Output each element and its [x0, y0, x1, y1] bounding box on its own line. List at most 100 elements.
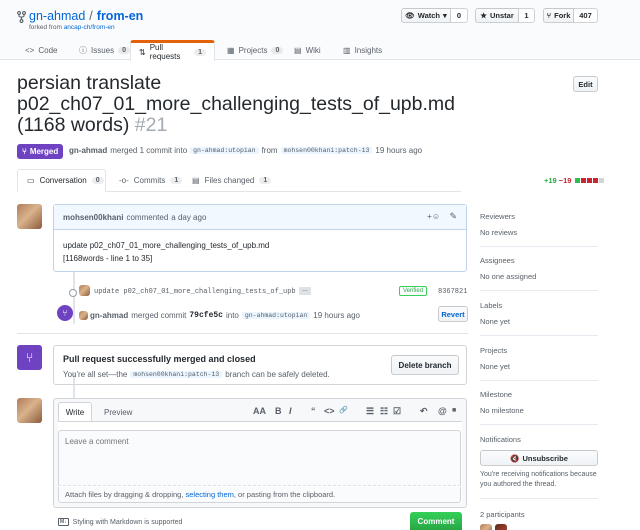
- sidebar-divider: [480, 335, 598, 336]
- forked-from-link[interactable]: ancap-ch/from-en: [64, 24, 115, 31]
- head-branch[interactable]: mohsen00khani:patch-13: [280, 147, 373, 154]
- merge-event-into: into: [225, 311, 239, 320]
- watch-button[interactable]: 👁 Watch ▾: [401, 8, 451, 23]
- mute-icon: 🔇: [510, 453, 520, 463]
- tab-projects-count: 0: [271, 47, 284, 54]
- bold-icon[interactable]: B: [275, 406, 282, 416]
- comment-submit-button[interactable]: Comment: [410, 512, 462, 530]
- commit-sha[interactable]: 8367821: [438, 288, 467, 296]
- repo-name-link[interactable]: from-en: [97, 9, 144, 23]
- commit-message-link[interactable]: update p02_ch07_01_more_challenging_test…: [94, 288, 296, 296]
- tab-pull-requests[interactable]: ⇅ Pull requests 1: [130, 40, 215, 61]
- bookmark-icon[interactable]: ■: [452, 407, 456, 414]
- tab-files-changed-count: 1: [259, 177, 272, 184]
- sidebar-reviewers-heading[interactable]: Reviewers: [480, 212, 515, 221]
- sidebar-milestone-heading[interactable]: Milestone: [480, 390, 512, 399]
- repo-separator: /: [89, 9, 93, 23]
- merge-event-sha[interactable]: 79cfe5c: [189, 311, 223, 320]
- attach-files-bar[interactable]: Attach files by dragging & dropping, sel…: [58, 487, 461, 503]
- sidebar-labels-heading[interactable]: Labels: [480, 301, 502, 310]
- comment-author-link[interactable]: mohsen00khani: [63, 213, 123, 222]
- base-branch[interactable]: gn-ahmad:utopian: [190, 147, 259, 154]
- status-badge-label: Merged: [29, 147, 59, 156]
- comment-time[interactable]: a day ago: [171, 213, 206, 222]
- repo-owner-link[interactable]: gn-ahmad: [29, 9, 85, 23]
- revert-button[interactable]: Revert: [438, 306, 468, 322]
- markdown-note[interactable]: M↓ Styling with Markdown is supported: [58, 518, 182, 526]
- mention-icon[interactable]: @: [438, 406, 447, 416]
- link-icon[interactable]: 🔗: [339, 406, 348, 414]
- current-user-avatar[interactable]: [17, 398, 42, 423]
- merged-box: Pull request successfully merged and clo…: [53, 345, 467, 385]
- sidebar-participants-heading: 2 participants: [480, 510, 525, 519]
- quote-icon[interactable]: “: [311, 406, 316, 416]
- merger-avatar[interactable]: [79, 311, 88, 320]
- pr-number: #21: [134, 114, 168, 136]
- sidebar-notifications-heading: Notifications: [480, 435, 521, 444]
- comment-textarea[interactable]: [58, 430, 461, 486]
- tab-issues[interactable]: ⓘ Issues 0: [71, 40, 138, 61]
- pencil-icon[interactable]: ✎: [449, 211, 457, 222]
- tab-conversation[interactable]: ▭ Conversation 0: [17, 169, 106, 192]
- verified-badge[interactable]: Verified: [399, 286, 428, 296]
- delete-branch-button[interactable]: Delete branch: [391, 355, 459, 375]
- task-list-icon[interactable]: ☑: [393, 406, 401, 417]
- participant-avatar[interactable]: [495, 524, 507, 530]
- forked-from: forked from ancap-ch/from-en: [29, 24, 115, 31]
- ordered-list-icon[interactable]: ☷: [380, 406, 388, 417]
- italic-icon[interactable]: I: [289, 406, 292, 416]
- merged-box-title: Pull request successfully merged and clo…: [63, 354, 256, 364]
- tab-code[interactable]: <> Code: [17, 40, 65, 61]
- tab-commits[interactable]: -o- Commits 1: [110, 169, 191, 192]
- markdown-icon: M↓: [58, 518, 69, 526]
- unstar-button[interactable]: ★ Unstar: [475, 8, 519, 23]
- pr-merged-text: merged 1 commit into: [110, 146, 188, 155]
- select-files-link[interactable]: selecting them: [186, 490, 234, 499]
- star-count[interactable]: 1: [519, 8, 535, 23]
- pr-meta: gn-ahmad merged 1 commit into gn-ahmad:u…: [69, 146, 422, 155]
- project-icon: ▦: [227, 46, 235, 55]
- edit-button[interactable]: Edit: [573, 76, 598, 92]
- tab-insights[interactable]: ▥ Insights: [335, 40, 390, 61]
- sidebar-divider: [480, 380, 598, 381]
- code-icon[interactable]: <>: [324, 406, 335, 416]
- sidebar-assignees-value: No one assigned: [480, 272, 537, 281]
- sidebar-projects-heading[interactable]: Projects: [480, 346, 507, 355]
- repo-fork-icon: [17, 11, 26, 23]
- unsubscribe-button[interactable]: 🔇 Unsubscribe: [480, 450, 598, 466]
- tab-projects-label: Projects: [238, 46, 268, 55]
- tab-insights-label: Insights: [354, 46, 383, 55]
- avatar[interactable]: [17, 204, 42, 229]
- participant-avatar[interactable]: [480, 524, 492, 530]
- heading-icon[interactable]: AA: [253, 406, 266, 416]
- merge-icon: ⑂: [22, 147, 27, 156]
- unordered-list-icon[interactable]: ☰: [366, 406, 374, 417]
- merge-event-author[interactable]: gn-ahmad: [90, 311, 128, 320]
- write-tab[interactable]: Write: [58, 402, 92, 422]
- tab-files-changed[interactable]: ▤ Files changed 1: [183, 169, 280, 192]
- merged-box-branch[interactable]: mohsen00khani:patch-13: [130, 371, 223, 378]
- tab-projects[interactable]: ▦ Projects 0: [219, 40, 291, 61]
- fork-button[interactable]: ⑂ Fork: [543, 8, 574, 23]
- pr-from-text: from: [261, 146, 278, 155]
- sidebar-divider: [480, 246, 598, 247]
- reply-icon[interactable]: ↶: [420, 406, 428, 417]
- sidebar-divider: [480, 424, 598, 425]
- notify-text-2: you authored the thread.: [480, 481, 557, 488]
- pr-author-link[interactable]: gn-ahmad: [69, 146, 107, 155]
- tab-commits-count: 1: [170, 177, 183, 184]
- sidebar-labels-value: None yet: [480, 317, 511, 326]
- comment-icon: ▭: [27, 176, 35, 185]
- sidebar-assignees-heading[interactable]: Assignees: [480, 256, 515, 265]
- watch-count[interactable]: 0: [451, 8, 468, 23]
- commit-author-avatar[interactable]: [79, 285, 90, 296]
- commit-expand-button[interactable]: …: [299, 287, 311, 295]
- tab-conversation-count: 0: [91, 177, 104, 184]
- add-reaction-icon[interactable]: +☺: [427, 212, 440, 221]
- fork-count[interactable]: 407: [574, 8, 598, 23]
- tab-wiki[interactable]: ▤ Wiki: [286, 40, 329, 61]
- merge-event-branch[interactable]: gn-ahmad:utopian: [241, 312, 311, 319]
- preview-tab[interactable]: Preview: [104, 408, 132, 417]
- sidebar-divider: [480, 290, 598, 291]
- tab-issues-label: Issues: [91, 46, 115, 55]
